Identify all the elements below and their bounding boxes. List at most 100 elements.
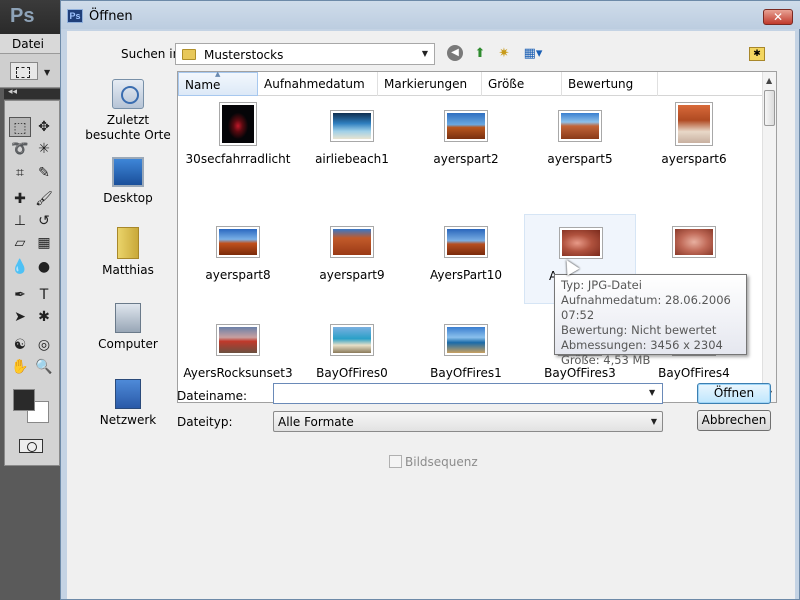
place-computer[interactable]: Computer: [79, 303, 177, 352]
column-header-size[interactable]: Größe: [482, 72, 562, 96]
column-header-rating[interactable]: Bewertung: [562, 72, 658, 96]
image-sequence-label: Bildsequenz: [405, 455, 478, 469]
scroll-up-icon[interactable]: ▲: [766, 76, 772, 85]
dodge-tool-icon[interactable]: ●: [33, 257, 55, 277]
file-thumbnail: [444, 110, 488, 142]
type-tool-icon[interactable]: T: [33, 285, 55, 305]
file-item[interactable]: AyersRocksunset3: [182, 312, 294, 386]
magic-wand-tool-icon[interactable]: ✳: [33, 139, 55, 159]
zoom-tool-icon[interactable]: 🔍: [33, 357, 55, 377]
column-header-name[interactable]: ▲ Name: [178, 72, 258, 96]
brush-tool-icon[interactable]: 🖌: [33, 189, 55, 209]
lasso-tool-icon[interactable]: ➰: [9, 139, 31, 159]
crop-tool-icon[interactable]: ⌗: [9, 163, 31, 183]
place-label: Zuletzt besuchte Orte: [85, 113, 171, 142]
title-bar[interactable]: Ps Öffnen ✕: [61, 1, 800, 29]
file-item[interactable]: BayOfFires1: [410, 312, 522, 386]
place-user[interactable]: Matthias: [79, 227, 177, 278]
file-thumbnail: [330, 110, 374, 142]
view-menu-button[interactable]: ▦▾: [519, 45, 547, 63]
history-brush-tool-icon[interactable]: ↺: [33, 211, 55, 231]
chevron-down-icon: ▼: [650, 417, 657, 426]
pen-tool-icon[interactable]: ✒: [9, 285, 31, 305]
computer-icon: [115, 303, 141, 333]
file-thumbnail: [216, 226, 260, 258]
file-thumbnail: [675, 102, 713, 146]
file-name: ayerspart6: [661, 152, 727, 166]
filetype-select[interactable]: Alle Formate ▼: [273, 411, 663, 432]
sort-ascending-icon: ▲: [215, 71, 221, 78]
place-label: Computer: [98, 337, 158, 351]
close-button[interactable]: ✕: [763, 9, 793, 25]
dialog-client-area: Suchen in: Musterstocks ▼ ◀ ⬆ ✷ ▦▾ ✱ Zul…: [67, 31, 795, 599]
filename-label: Dateiname:: [177, 389, 248, 403]
chevron-down-icon[interactable]: ▼: [649, 388, 655, 397]
place-network[interactable]: Netzwerk: [79, 379, 177, 428]
marquee-tool-icon[interactable]: ⬚: [9, 117, 31, 137]
chevron-down-icon[interactable]: ▼: [44, 68, 50, 77]
scroll-thumb[interactable]: [764, 90, 775, 126]
healing-brush-tool-icon[interactable]: ✚: [9, 189, 31, 209]
file-name: ayerspart2: [433, 152, 499, 166]
photoshop-app-icon: Ps: [67, 9, 83, 23]
network-icon: [115, 379, 141, 409]
new-folder-button[interactable]: ✷: [495, 45, 513, 63]
favorite-folder-icon[interactable]: ✱: [749, 47, 765, 61]
file-thumbnail: [219, 102, 257, 146]
gradient-tool-icon[interactable]: ▦: [33, 233, 55, 253]
file-item[interactable]: ayerspart5: [524, 98, 636, 172]
image-sequence-checkbox[interactable]: [389, 455, 402, 468]
file-thumbnail: [330, 226, 374, 258]
file-item[interactable]: AyersPart10: [410, 214, 522, 288]
tooltip-date: Aufnahmedatum: 28.06.2006 07:52: [561, 293, 731, 322]
vertical-scrollbar[interactable]: ▲ ▼: [762, 72, 776, 402]
toolbox-header[interactable]: ◂◂: [4, 87, 60, 99]
3d-orbit-tool-icon[interactable]: ◎: [33, 335, 55, 355]
eyedropper-tool-icon[interactable]: ✎: [33, 163, 55, 183]
3d-rotate-tool-icon[interactable]: ☯: [9, 335, 31, 355]
place-label: Netzwerk: [99, 413, 157, 427]
back-button[interactable]: ◀: [447, 45, 463, 61]
quick-mask-button[interactable]: [19, 439, 43, 453]
eraser-tool-icon[interactable]: ▱: [9, 233, 31, 253]
desktop-icon: [112, 157, 144, 187]
place-recent[interactable]: Zuletzt besuchte Orte: [79, 79, 177, 143]
hand-tool-icon[interactable]: ✋: [9, 357, 31, 377]
file-item[interactable]: ayerspart2: [410, 98, 522, 172]
close-icon: ✕: [772, 10, 784, 24]
foreground-color-swatch[interactable]: [13, 389, 35, 411]
stamp-tool-icon[interactable]: ⊥: [9, 211, 31, 231]
file-thumbnail: [330, 324, 374, 356]
file-item[interactable]: ayerspart8: [182, 214, 294, 288]
file-name: ayerspart5: [547, 152, 613, 166]
photoshop-workspace: Ps Datei ▼ ◂◂ ⬚ ✥ ➰ ✳ ⌗ ✎ ✚ 🖌 ⊥ ↺ ▱ ▦ 💧 …: [0, 0, 60, 600]
path-selection-tool-icon[interactable]: ➤: [9, 307, 31, 327]
blur-tool-icon[interactable]: 💧: [9, 257, 31, 277]
menu-file[interactable]: Datei: [12, 37, 44, 51]
cancel-button[interactable]: Abbrechen: [697, 410, 771, 431]
file-name: airliebeach1: [315, 152, 389, 166]
file-name: BayOfFires3: [544, 366, 616, 380]
filetype-value: Alle Formate: [278, 415, 354, 429]
file-thumbnail: [444, 324, 488, 356]
file-item[interactable]: BayOfFires0: [296, 312, 408, 386]
marquee-preset-button[interactable]: [10, 62, 38, 80]
up-folder-button[interactable]: ⬆: [471, 45, 489, 63]
dialog-title: Öffnen: [89, 9, 133, 24]
filename-input[interactable]: [273, 383, 663, 404]
file-name: BayOfFires0: [316, 366, 388, 380]
column-header-date[interactable]: Aufnahmedatum: [258, 72, 378, 96]
file-item[interactable]: 30secfahrradlicht: [182, 98, 294, 172]
look-in-value: Musterstocks: [204, 48, 284, 62]
place-desktop[interactable]: Desktop: [79, 157, 177, 206]
shape-tool-icon[interactable]: ✱: [33, 307, 55, 327]
look-in-dropdown[interactable]: Musterstocks ▼: [175, 43, 435, 65]
file-item[interactable]: airliebeach1: [296, 98, 408, 172]
tooltip-dimensions: Abmessungen: 3456 x 2304: [561, 338, 723, 352]
column-header-tags[interactable]: Markierungen: [378, 72, 482, 96]
move-tool-icon[interactable]: ✥: [33, 117, 55, 137]
file-item[interactable]: ayerspart6: [638, 98, 750, 172]
collapse-icon[interactable]: ◂◂: [8, 87, 17, 97]
file-item[interactable]: ayerspart9: [296, 214, 408, 288]
open-button[interactable]: Öffnen: [697, 383, 771, 404]
